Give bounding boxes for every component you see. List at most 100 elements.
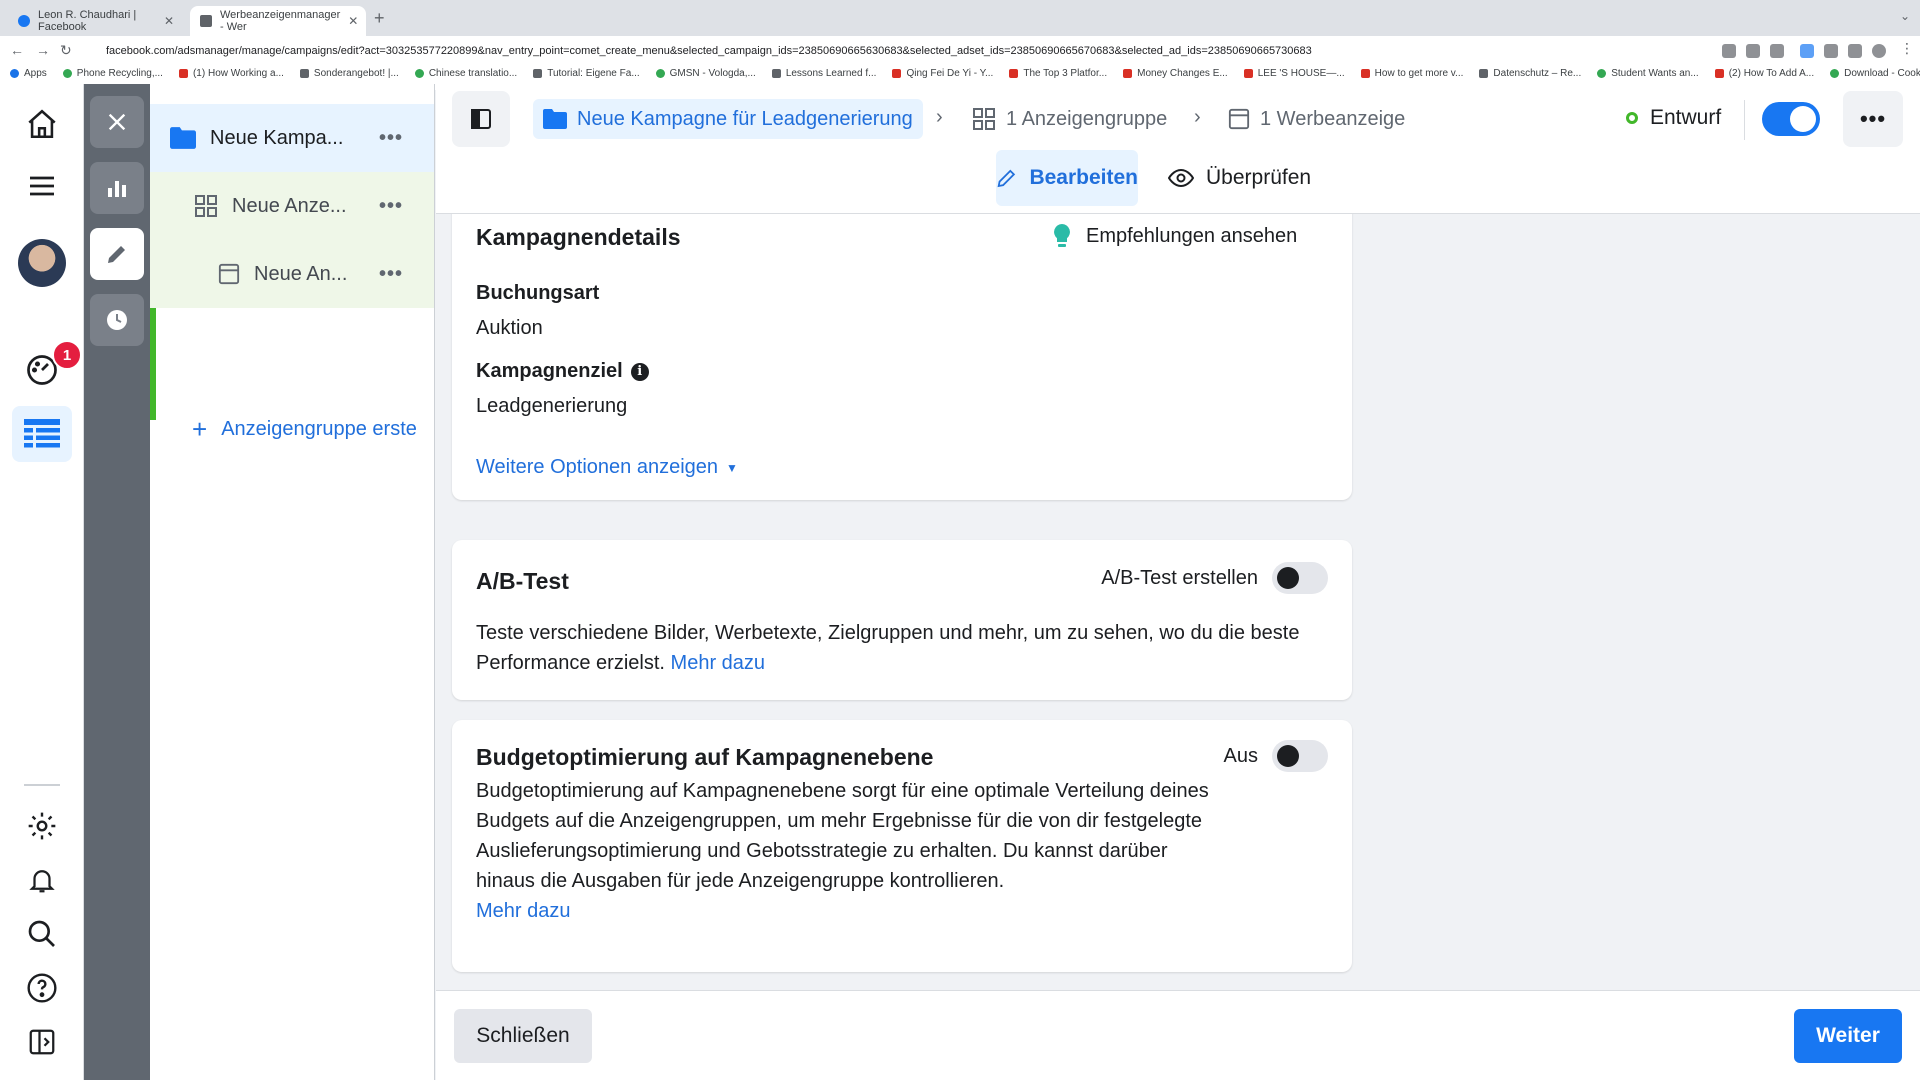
tree-item-label: Neue An...	[254, 262, 348, 285]
bookmark-item[interactable]: Student Wants an...	[1597, 68, 1699, 79]
profile-icon[interactable]	[1872, 44, 1886, 58]
new-tab-icon[interactable]: +	[374, 8, 385, 29]
more-options-icon[interactable]: •••	[379, 263, 403, 286]
plus-icon: +	[192, 414, 208, 444]
editor-tool-column	[84, 84, 150, 1080]
charts-icon[interactable]	[90, 162, 144, 214]
section-title: A/B-Test	[476, 568, 569, 594]
tab-review[interactable]: Überprüfen	[1156, 150, 1323, 206]
bookmark-item[interactable]: Money Changes E...	[1123, 68, 1228, 79]
bookmark-item[interactable]: LEE 'S HOUSE—...	[1243, 68, 1345, 79]
breadcrumb-ad[interactable]: 1 Werbeanzeige	[1228, 99, 1405, 139]
bookmark-item[interactable]: Phone Recycling,...	[62, 68, 163, 79]
ab-test-toggle[interactable]	[1272, 562, 1328, 594]
campaign-tree-panel: Neue Kampa... ••• Neue Anze... ••• Neue …	[150, 84, 435, 1080]
notifications-bell-icon[interactable]	[22, 860, 62, 900]
bookmark-item[interactable]: (1) How Working a...	[178, 68, 284, 79]
youtube-icon	[892, 68, 902, 78]
close-button[interactable]: Schließen	[454, 1009, 592, 1063]
browser-tab-facebook[interactable]: Leon R. Chaudhari | Facebook ✕	[8, 6, 184, 36]
bookmark-favicon-icon	[1597, 68, 1607, 78]
zoom-icon[interactable]	[1722, 44, 1736, 58]
facebook-favicon-icon	[18, 15, 30, 27]
tab-search-chevron-icon[interactable]: ⌄	[1900, 9, 1910, 23]
more-options-icon[interactable]: •••	[379, 127, 403, 150]
sidebar-icon[interactable]	[1848, 44, 1862, 58]
breadcrumb-label: 1 Anzeigengruppe	[1006, 107, 1168, 130]
tree-item-campaign[interactable]: Neue Kampa... •••	[150, 104, 434, 172]
avatar[interactable]	[18, 239, 66, 287]
section-title: Kampagnendetails	[476, 224, 681, 250]
tab-edit[interactable]: Bearbeiten	[996, 150, 1138, 206]
bookmark-favicon-icon	[771, 68, 781, 78]
bookmark-item[interactable]: How to get more v...	[1360, 68, 1463, 79]
edit-pencil-icon[interactable]	[90, 228, 144, 280]
campaign-on-off-toggle[interactable]	[1762, 102, 1820, 136]
chevron-right-icon: ›	[936, 106, 943, 128]
help-icon[interactable]	[22, 968, 62, 1008]
browser-menu-icon[interactable]: ⋮	[1900, 40, 1914, 57]
bookmarks-bar: Apps Phone Recycling,... (1) How Working…	[0, 62, 1920, 84]
expand-panel-icon[interactable]	[22, 1022, 62, 1062]
toggle-label: A/B-Test erstellen	[1101, 566, 1258, 589]
bookmark-item[interactable]: Download - Cooki...	[1830, 68, 1920, 79]
facebook-extension-icon[interactable]	[1800, 44, 1814, 58]
search-icon[interactable]	[22, 914, 62, 954]
more-options-icon[interactable]: •••	[379, 195, 403, 218]
toggle-tree-panel-button[interactable]	[452, 91, 510, 147]
budget-optimization-card: Budgetoptimierung auf Kampagnenebene Aus…	[452, 720, 1352, 972]
ad-card-icon	[1228, 108, 1250, 130]
more-actions-button[interactable]: •••	[1843, 91, 1903, 147]
forward-icon[interactable]: →	[36, 42, 50, 58]
ab-test-toggle-row: A/B-Test erstellen	[1101, 562, 1328, 594]
learn-more-link[interactable]: Mehr dazu	[671, 652, 766, 674]
close-tab-icon[interactable]: ✕	[164, 14, 174, 28]
browser-tab-adsmanager[interactable]: Werbeanzeigenmanager - Wer ✕	[190, 6, 366, 36]
learn-more-link[interactable]: Mehr dazu	[476, 900, 571, 923]
bookmark-item[interactable]: Lessons Learned f...	[771, 68, 876, 79]
global-nav-rail: 1	[0, 84, 84, 1080]
tree-item-ad[interactable]: Neue An... •••	[150, 240, 434, 308]
bookmark-item[interactable]: Qing Fei De Yi - Y...	[892, 68, 993, 79]
home-icon[interactable]	[22, 104, 62, 144]
next-button[interactable]: Weiter	[1794, 1009, 1902, 1063]
recommendations-link[interactable]: Empfehlungen ansehen	[1052, 224, 1297, 248]
more-options-link[interactable]: Weitere Optionen anzeigen ▼	[476, 456, 738, 479]
recommendations-label: Empfehlungen ansehen	[1086, 224, 1298, 247]
extensions-puzzle-icon[interactable]	[1824, 44, 1838, 58]
breadcrumb-adset[interactable]: 1 Anzeigengruppe	[972, 99, 1167, 139]
bookmark-favicon-icon	[414, 68, 424, 78]
bookmark-item[interactable]: Sonderangebot! |...	[299, 68, 399, 79]
breadcrumb-campaign[interactable]: Neue Kampagne für Leadgenerierung	[533, 99, 923, 139]
create-adset-button[interactable]: + Anzeigengruppe erste	[192, 414, 417, 445]
bookmark-item[interactable]: The Top 3 Platfor...	[1009, 68, 1107, 79]
menu-icon[interactable]	[22, 166, 62, 206]
bookmark-item[interactable]: GMSN - Vologda,...	[655, 68, 756, 79]
url-field[interactable]: facebook.com/adsmanager/manage/campaigns…	[90, 40, 1790, 62]
bookmark-item[interactable]: Chinese translatio...	[414, 68, 517, 79]
back-icon[interactable]: ←	[10, 42, 24, 58]
reload-icon[interactable]: ↻	[60, 42, 72, 59]
editor-footer: Schließen Weiter	[436, 990, 1920, 1080]
folder-icon	[543, 109, 567, 129]
bookmark-item[interactable]: Apps	[10, 68, 47, 79]
share-icon[interactable]	[1746, 44, 1760, 58]
adset-grid-icon	[973, 108, 995, 130]
field-value: Auktion	[476, 317, 543, 339]
bookmark-item[interactable]: Datenschutz – Re...	[1479, 68, 1581, 79]
tree-item-adset[interactable]: Neue Anze... •••	[150, 172, 434, 240]
settings-gear-icon[interactable]	[22, 806, 62, 846]
bookmark-item[interactable]: (2) How To Add A...	[1714, 68, 1814, 79]
budget-optimization-toggle[interactable]	[1272, 740, 1328, 772]
bookmark-star-icon[interactable]	[1770, 44, 1784, 58]
bookmark-favicon-icon	[1479, 68, 1489, 78]
bookmark-favicon-icon	[655, 68, 665, 78]
bookmark-item[interactable]: Tutorial: Eigene Fa...	[533, 68, 640, 79]
ads-manager-table-icon[interactable]	[12, 406, 72, 462]
close-editor-icon[interactable]	[90, 96, 144, 148]
close-tab-icon[interactable]: ✕	[348, 14, 358, 28]
info-icon[interactable]: i	[630, 362, 649, 381]
ad-card-icon	[218, 263, 240, 285]
history-clock-icon[interactable]	[90, 294, 144, 346]
eye-icon	[1168, 168, 1194, 188]
